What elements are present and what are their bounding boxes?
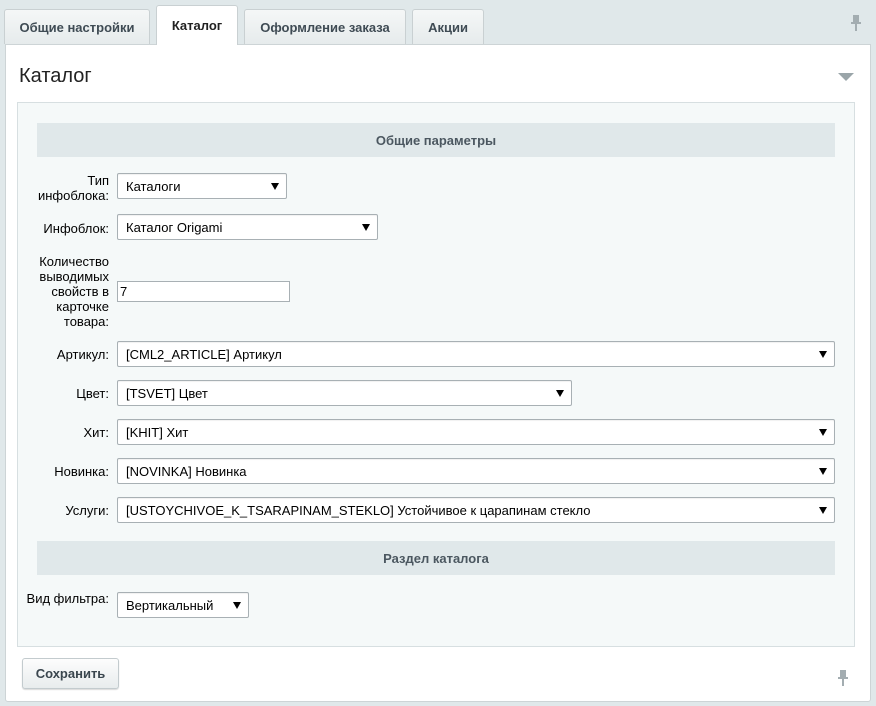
catalog-panel: Каталог Общие параметры Тип инфоблока: К… <box>5 44 871 702</box>
label-color: Цвет: <box>76 386 109 401</box>
select-value: Вертикальный <box>126 597 214 613</box>
caret-down-icon <box>819 507 827 514</box>
tab-label: Оформление заказа <box>260 19 390 35</box>
section-heading-catalog-section: Раздел каталога <box>37 541 835 575</box>
props-count-input[interactable] <box>117 281 290 302</box>
section-heading-general: Общие параметры <box>37 123 835 157</box>
label-iblock-type: Тип инфоблока: <box>37 173 109 203</box>
tab-promotions[interactable]: Акции <box>412 9 484 44</box>
section-heading-text: Общие параметры <box>375 132 497 148</box>
select-hit[interactable]: [KHIT] Хит <box>117 419 835 445</box>
select-color[interactable]: [TSVET] Цвет <box>117 380 572 406</box>
label-article: Артикул: <box>56 347 109 362</box>
select-filter-view[interactable]: Вертикальный <box>117 592 249 618</box>
tab-label: Общие настройки <box>19 19 135 35</box>
select-value: Каталог Origami <box>126 219 223 235</box>
tab-label: Акции <box>428 19 468 35</box>
caret-down-icon <box>556 390 564 397</box>
select-iblock-type[interactable]: Каталоги <box>117 173 287 199</box>
section-heading-text: Раздел каталога <box>383 550 489 566</box>
tab-order-checkout[interactable]: Оформление заказа <box>244 9 406 44</box>
caret-down-icon <box>819 351 827 358</box>
select-iblock[interactable]: Каталог Origami <box>117 214 378 240</box>
select-value: [NOVINKA] Новинка <box>126 463 247 479</box>
caret-down-icon <box>819 429 827 436</box>
tab-label: Каталог <box>171 18 223 33</box>
select-article[interactable]: [CML2_ARTICLE] Артикул <box>117 341 835 367</box>
select-services[interactable]: [USTOYCHIVOE_K_TSARAPINAM_STEKLO] Устойч… <box>117 497 835 523</box>
tab-bar: Общие настройки Каталог Оформление заказ… <box>0 0 876 45</box>
select-value: [USTOYCHIVOE_K_TSARAPINAM_STEKLO] Устойч… <box>126 502 591 518</box>
caret-down-icon <box>271 183 279 190</box>
label-props-count: Количество выводимых свойств в карточке … <box>39 254 109 329</box>
label-hit: Хит: <box>83 425 110 440</box>
label-novelty: Новинка: <box>54 464 109 479</box>
panel-title: Каталог <box>19 65 92 87</box>
tab-general-settings[interactable]: Общие настройки <box>4 9 150 44</box>
save-button[interactable]: Сохранить <box>22 658 119 689</box>
caret-down-icon <box>233 602 241 609</box>
select-value: Каталоги <box>126 178 181 194</box>
caret-down-icon <box>362 224 370 231</box>
select-value: [CML2_ARTICLE] Артикул <box>126 346 282 362</box>
pin-icon[interactable] <box>836 669 850 687</box>
select-value: [TSVET] Цвет <box>126 385 208 401</box>
select-novelty[interactable]: [NOVINKA] Новинка <box>117 458 835 484</box>
tab-catalog[interactable]: Каталог <box>156 5 238 45</box>
label-services: Услуги: <box>65 503 109 518</box>
label-filter-view: Вид фильтра: <box>26 591 109 606</box>
pin-icon[interactable] <box>849 14 863 32</box>
select-value: [KHIT] Хит <box>126 424 189 440</box>
chevron-down-icon[interactable] <box>838 73 854 81</box>
settings-form: Общие параметры Тип инфоблока: Каталоги … <box>17 102 855 647</box>
label-iblock: Инфоблок: <box>43 221 109 236</box>
caret-down-icon <box>819 468 827 475</box>
